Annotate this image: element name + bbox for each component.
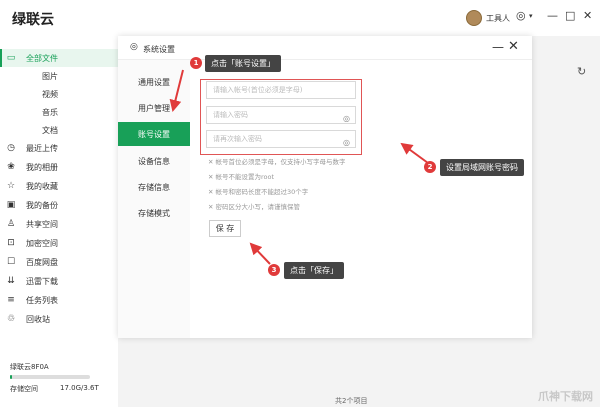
sidebar-item-label: 百度网盘 [26, 257, 58, 267]
close-button[interactable]: ✕ [508, 39, 519, 54]
rule-text: ✕ 帐号和密码长度不能超过30个字 [208, 188, 309, 196]
sidebar-item-label: 最近上传 [26, 143, 58, 153]
rule-text: ✕ 帐号首位必须是字母，仅支持小写字母与数字 [208, 158, 346, 166]
sidebar-item-all-files[interactable]: ▭ 全部文件 [0, 49, 118, 67]
dialog-nav: 通用设置 用户管理 账号设置 设备信息 存储信息 存储模式 [118, 60, 190, 338]
close-button[interactable]: ✕ [583, 9, 592, 22]
eye-icon[interactable]: ◎ [343, 111, 350, 127]
rule-text: ✕ 密码区分大小写，请谨慎保管 [208, 203, 301, 211]
download-icon: ⇊ [7, 276, 15, 286]
tab-device-info[interactable]: 设备信息 [118, 149, 190, 173]
storage-value: 17.0G/3.6T [60, 384, 99, 392]
settings-icon: ◎ [130, 42, 138, 52]
sidebar-item-album[interactable]: ❀ 我的相册 [0, 158, 118, 176]
sidebar-item-encrypted[interactable]: ⊡ 加密空间 [0, 234, 118, 252]
sidebar-item-label: 图片 [42, 71, 58, 81]
password-input[interactable]: 请输入密码 ◎ [206, 106, 356, 124]
sidebar-item-label: 我的相册 [26, 162, 58, 172]
maximize-button[interactable]: □ [565, 9, 575, 22]
sidebar-item-label: 我的备份 [26, 200, 58, 210]
sidebar-item-label: 回收站 [26, 314, 50, 324]
sidebar-item-thunder[interactable]: ⇊ 迅雷下载 [0, 272, 118, 290]
status-text: 共2个项目 [335, 397, 368, 405]
sidebar: ▭ 全部文件 图片 视频 音乐 文档 ◷ 最近上传 ❀ 我的相册 ☆ 我的收藏 … [0, 44, 118, 407]
eye-icon[interactable]: ◎ [343, 135, 350, 151]
chevron-down-icon[interactable]: ▾ [529, 12, 533, 20]
list-icon: ≡ [7, 295, 15, 305]
rule-text-1: 帐号首位必须是字母，仅支持小写字母与数字 [215, 158, 346, 166]
backup-icon: ▣ [6, 200, 16, 210]
sidebar-item-label: 任务列表 [26, 295, 58, 305]
sidebar-item-docs[interactable]: 文档 [0, 121, 118, 139]
watermark: 爪神下载网 [538, 390, 593, 403]
tab-storage-info[interactable]: 存储信息 [118, 175, 190, 199]
rule-text-3: 帐号和密码长度不能超过30个字 [215, 188, 309, 196]
lock-icon: ⊡ [7, 238, 15, 248]
sidebar-item-label: 文档 [42, 125, 58, 135]
step-badge-2: 2 [424, 161, 436, 173]
callout-step-1: 点击「账号设置」 [205, 55, 281, 72]
trash-icon: ♲ [6, 314, 16, 324]
tab-general[interactable]: 通用设置 [118, 70, 190, 94]
settings-icon[interactable]: ◎ [516, 9, 526, 22]
user-menu[interactable]: 工具人 [466, 10, 510, 26]
storage-fill [10, 375, 12, 379]
folder-icon: ▭ [6, 53, 16, 63]
refresh-icon[interactable]: ↻ [577, 65, 586, 78]
callout-step-3: 点击「保存」 [284, 262, 344, 279]
step-badge-3: 3 [268, 264, 280, 276]
sidebar-item-videos[interactable]: 视频 [0, 85, 118, 103]
sidebar-item-tasks[interactable]: ≡ 任务列表 [0, 291, 118, 309]
minimize-button[interactable]: — [492, 40, 504, 54]
dialog-header: ◎ 系统设置 — ✕ [118, 36, 532, 60]
user-name[interactable]: 工具人 [486, 13, 510, 24]
dialog-title: 系统设置 [143, 45, 175, 54]
storage-bar [10, 375, 90, 379]
tab-users[interactable]: 用户管理 [118, 96, 190, 120]
sidebar-item-baidu[interactable]: ☐ 百度网盘 [0, 253, 118, 271]
app-window: 绿联云 工具人 ◎ ▾ — □ ✕ ▭ 全部文件 图片 视频 音乐 文档 ◷ 最… [0, 0, 600, 407]
app-title: 绿联云 [12, 12, 54, 28]
avatar[interactable] [466, 10, 482, 26]
settings-dialog: ◎ 系统设置 — ✕ 通用设置 用户管理 账号设置 设备信息 存储信息 存储模式… [118, 36, 532, 338]
rule-text: ✕ 帐号不能设置为root [208, 173, 275, 181]
sidebar-item-favorites[interactable]: ☆ 我的收藏 [0, 177, 118, 195]
rule-text-4: 密码区分大小写，请谨慎保管 [215, 203, 301, 211]
sidebar-item-label: 音乐 [42, 107, 58, 117]
password-placeholder: 请输入密码 [213, 111, 248, 119]
share-icon: ♙ [6, 219, 16, 229]
callout-step-2: 设置局域网账号密码 [440, 159, 524, 176]
rule-text-2: 帐号不能设置为root [215, 173, 275, 181]
cloud-icon: ☐ [6, 257, 16, 267]
tab-account[interactable]: 账号设置 [118, 122, 190, 146]
storage-label: 存储空间 [10, 385, 38, 393]
sidebar-item-label: 视频 [42, 89, 58, 99]
star-icon: ☆ [6, 181, 16, 191]
save-button[interactable]: 保 存 [209, 220, 241, 237]
step-badge-1: 1 [190, 57, 202, 69]
sidebar-item-images[interactable]: 图片 [0, 67, 118, 85]
tab-storage-mode[interactable]: 存储模式 [118, 201, 190, 225]
sidebar-item-label: 加密空间 [26, 238, 58, 248]
confirm-password-input[interactable]: 请再次输入密码 ◎ [206, 130, 356, 148]
account-input[interactable]: 请输入帐号(首位必须是字母) [206, 81, 356, 99]
sidebar-item-label: 共享空间 [26, 219, 58, 229]
title-bar: 绿联云 工具人 ◎ ▾ — □ ✕ [0, 0, 600, 36]
sidebar-item-label: 迅雷下载 [26, 276, 58, 286]
sidebar-item-music[interactable]: 音乐 [0, 103, 118, 121]
minimize-button[interactable]: — [547, 9, 558, 22]
sidebar-item-backup[interactable]: ▣ 我的备份 [0, 196, 118, 214]
sidebar-item-recent[interactable]: ◷ 最近上传 [0, 139, 118, 157]
confirm-placeholder: 请再次输入密码 [213, 135, 262, 143]
sidebar-item-shared[interactable]: ♙ 共享空间 [0, 215, 118, 233]
sidebar-item-label: 全部文件 [26, 53, 58, 63]
sidebar-item-label: 我的收藏 [26, 181, 58, 191]
album-icon: ❀ [7, 162, 15, 172]
device-name: 绿联云8F0A [10, 363, 49, 371]
sidebar-item-trash[interactable]: ♲ 回收站 [0, 310, 118, 328]
clock-icon: ◷ [7, 143, 15, 153]
